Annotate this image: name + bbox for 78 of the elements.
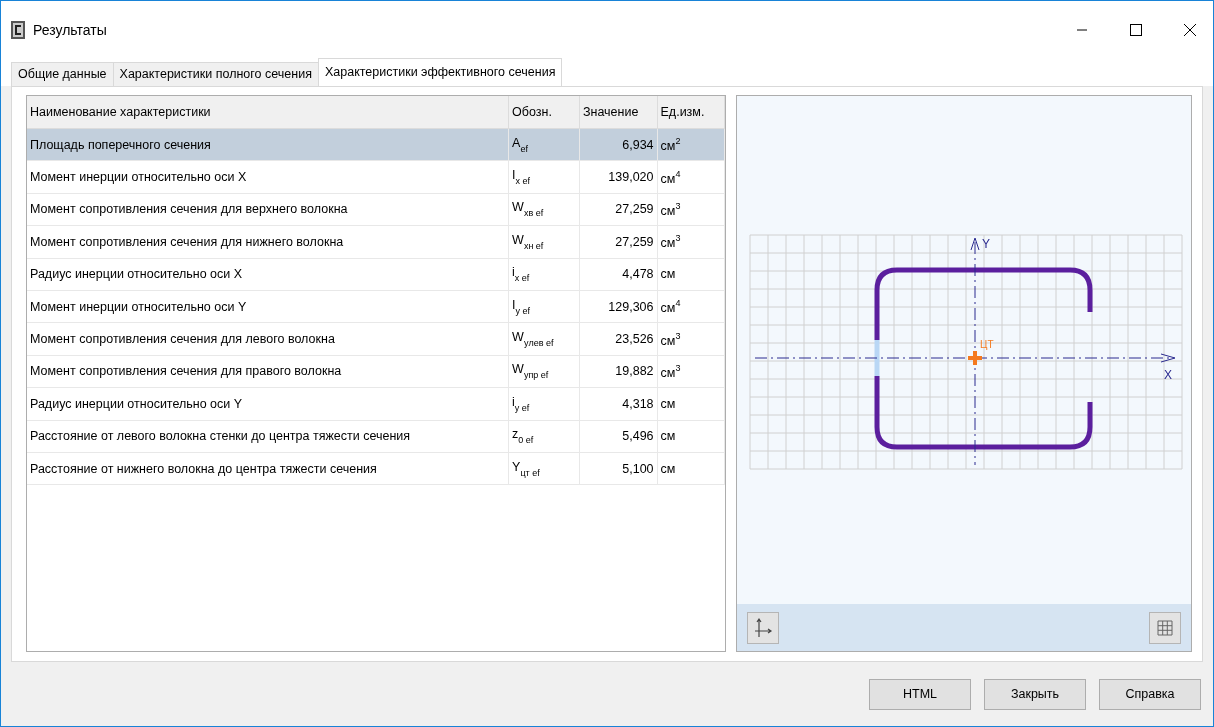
dialog-button[interactable]: Справка <box>1099 678 1201 710</box>
table-cell: Y$_{цт ef}$ <box>508 452 580 485</box>
table-cell: см <box>657 258 725 291</box>
tab[interactable]: Характеристики эффективного сечения <box>317 58 563 86</box>
grid-icon <box>1157 619 1173 636</box>
table-cell: 5,496 <box>579 420 658 453</box>
ineffective-zone <box>874 340 880 376</box>
table-cell: z$_{0 ef}$ <box>508 420 580 453</box>
column-header[interactable]: Наименование характеристики <box>27 96 509 129</box>
table-cell: Момент сопротивления сечения для левого волокна <box>27 322 509 356</box>
table-cell: 129,306 <box>579 290 658 323</box>
table-cell: 27,259 <box>579 193 658 226</box>
table-row[interactable]: Момент сопротивления сечения для верхнего волокна W$_{xв ef}$ 27,259 см$^{3}$ <box>27 193 725 226</box>
table-cell: 139,020 <box>579 160 658 194</box>
centroid-marker <box>966 349 984 367</box>
y-axis-label: Y <box>982 237 990 251</box>
table-cell: i$_{y ef}$ <box>508 387 580 420</box>
axes-icon <box>753 616 773 639</box>
table-cell: см <box>657 387 725 420</box>
table-row[interactable]: Момент инерции относительно оси X I$_{x ef}$ 139,020 см$^{4}$ <box>27 160 725 194</box>
table-cell: A$_{ef}$ <box>508 128 580 161</box>
table-row[interactable]: Момент инерции относительно оси Y I$_{y ef}$ 129,306 см$^{4}$ <box>27 290 725 323</box>
axes-button[interactable] <box>747 611 779 644</box>
table-cell: W$_{xн ef}$ <box>508 225 580 259</box>
column-header[interactable]: Обозн. <box>508 96 580 129</box>
table-cell: W$_{yпр ef}$ <box>508 355 580 388</box>
table-cell: W$_{yлев ef}$ <box>508 322 580 356</box>
table-cell: I$_{x ef}$ <box>508 160 580 194</box>
table-cell: см$^{3}$ <box>657 193 725 226</box>
table-row[interactable]: Расстояние от левого волокна стенки до центра тяжести сечения z$_{0 ef}$ 5,496 см <box>27 420 725 453</box>
table-cell: 23,526 <box>579 322 658 356</box>
window-title: Результаты <box>33 22 108 38</box>
close-icon <box>1184 24 1196 36</box>
table-cell: 4,318 <box>579 387 658 420</box>
table-cell: i$_{x ef}$ <box>508 258 580 291</box>
table-cell: см$^{3}$ <box>657 322 725 356</box>
table-cell: Момент инерции относительно оси X <box>27 160 509 194</box>
maximize-icon <box>1130 24 1142 36</box>
table-row[interactable]: Момент сопротивления сечения для левого волокна W$_{yлев ef}$ 23,526 см$^{3}$ <box>27 322 725 356</box>
table-row[interactable]: Момент сопротивления сечения для правого волокна W$_{yпр ef}$ 19,882 см$^{3}$ <box>27 355 725 388</box>
table-cell: см$^{3}$ <box>657 225 725 259</box>
table-cell: Расстояние от нижнего волокна до центра тяжести сечения <box>27 452 509 485</box>
table-cell: 27,259 <box>579 225 658 259</box>
table-row[interactable]: Радиус инерции относительно оси Y i$_{y ef}$ 4,318 см <box>27 387 725 420</box>
table-cell: Площадь поперечного сечения <box>27 128 509 161</box>
table-row[interactable]: Радиус инерции относительно оси X i$_{x ef}$ 4,478 см <box>27 258 725 291</box>
table-cell: 4,478 <box>579 258 658 291</box>
table-cell: см$^{4}$ <box>657 290 725 323</box>
table-cell: Радиус инерции относительно оси X <box>27 258 509 291</box>
table-cell: см <box>657 420 725 453</box>
column-header[interactable]: Ед.изм. <box>657 96 725 129</box>
column-header[interactable]: Значение <box>579 96 658 129</box>
centroid-label: ЦТ <box>980 339 994 350</box>
tab[interactable]: Общие данные <box>11 62 114 86</box>
tab[interactable]: Характеристики полного сечения <box>112 62 319 86</box>
table-row[interactable]: Момент сопротивления сечения для нижнего волокна W$_{xн ef}$ 27,259 см$^{3}$ <box>27 225 725 259</box>
table-cell: см <box>657 452 725 485</box>
table-cell: I$_{y ef}$ <box>508 290 580 323</box>
table-row[interactable]: Площадь поперечного сечения A$_{ef}$ 6,934 см$^{2}$ <box>27 128 725 161</box>
table-cell: см$^{2}$ <box>657 128 725 161</box>
table-cell: 6,934 <box>579 128 658 161</box>
table-row[interactable]: Расстояние от нижнего волокна до центра тяжести сечения Y$_{цт ef}$ 5,100 см <box>27 452 725 485</box>
table-cell: см$^{3}$ <box>657 355 725 388</box>
table-cell: 5,100 <box>579 452 658 485</box>
table-cell: Момент сопротивления сечения для верхнего волокна <box>27 193 509 226</box>
table-cell: Момент сопротивления сечения для нижнего волокна <box>27 225 509 259</box>
app-icon <box>11 21 25 39</box>
table-cell: W$_{xв ef}$ <box>508 193 580 226</box>
table-cell: 19,882 <box>579 355 658 388</box>
table-cell: Радиус инерции относительно оси Y <box>27 387 509 420</box>
table-cell: см$^{4}$ <box>657 160 725 194</box>
x-axis-label: X <box>1164 368 1172 382</box>
table-cell: Расстояние от левого волокна стенки до центра тяжести сечения <box>27 420 509 453</box>
dialog-button[interactable]: Закрыть <box>984 678 1086 710</box>
table-cell: Момент инерции относительно оси Y <box>27 290 509 323</box>
table-cell: Момент сопротивления сечения для правого волокна <box>27 355 509 388</box>
dialog-button[interactable]: HTML <box>869 678 971 710</box>
grid-button[interactable] <box>1149 611 1181 644</box>
